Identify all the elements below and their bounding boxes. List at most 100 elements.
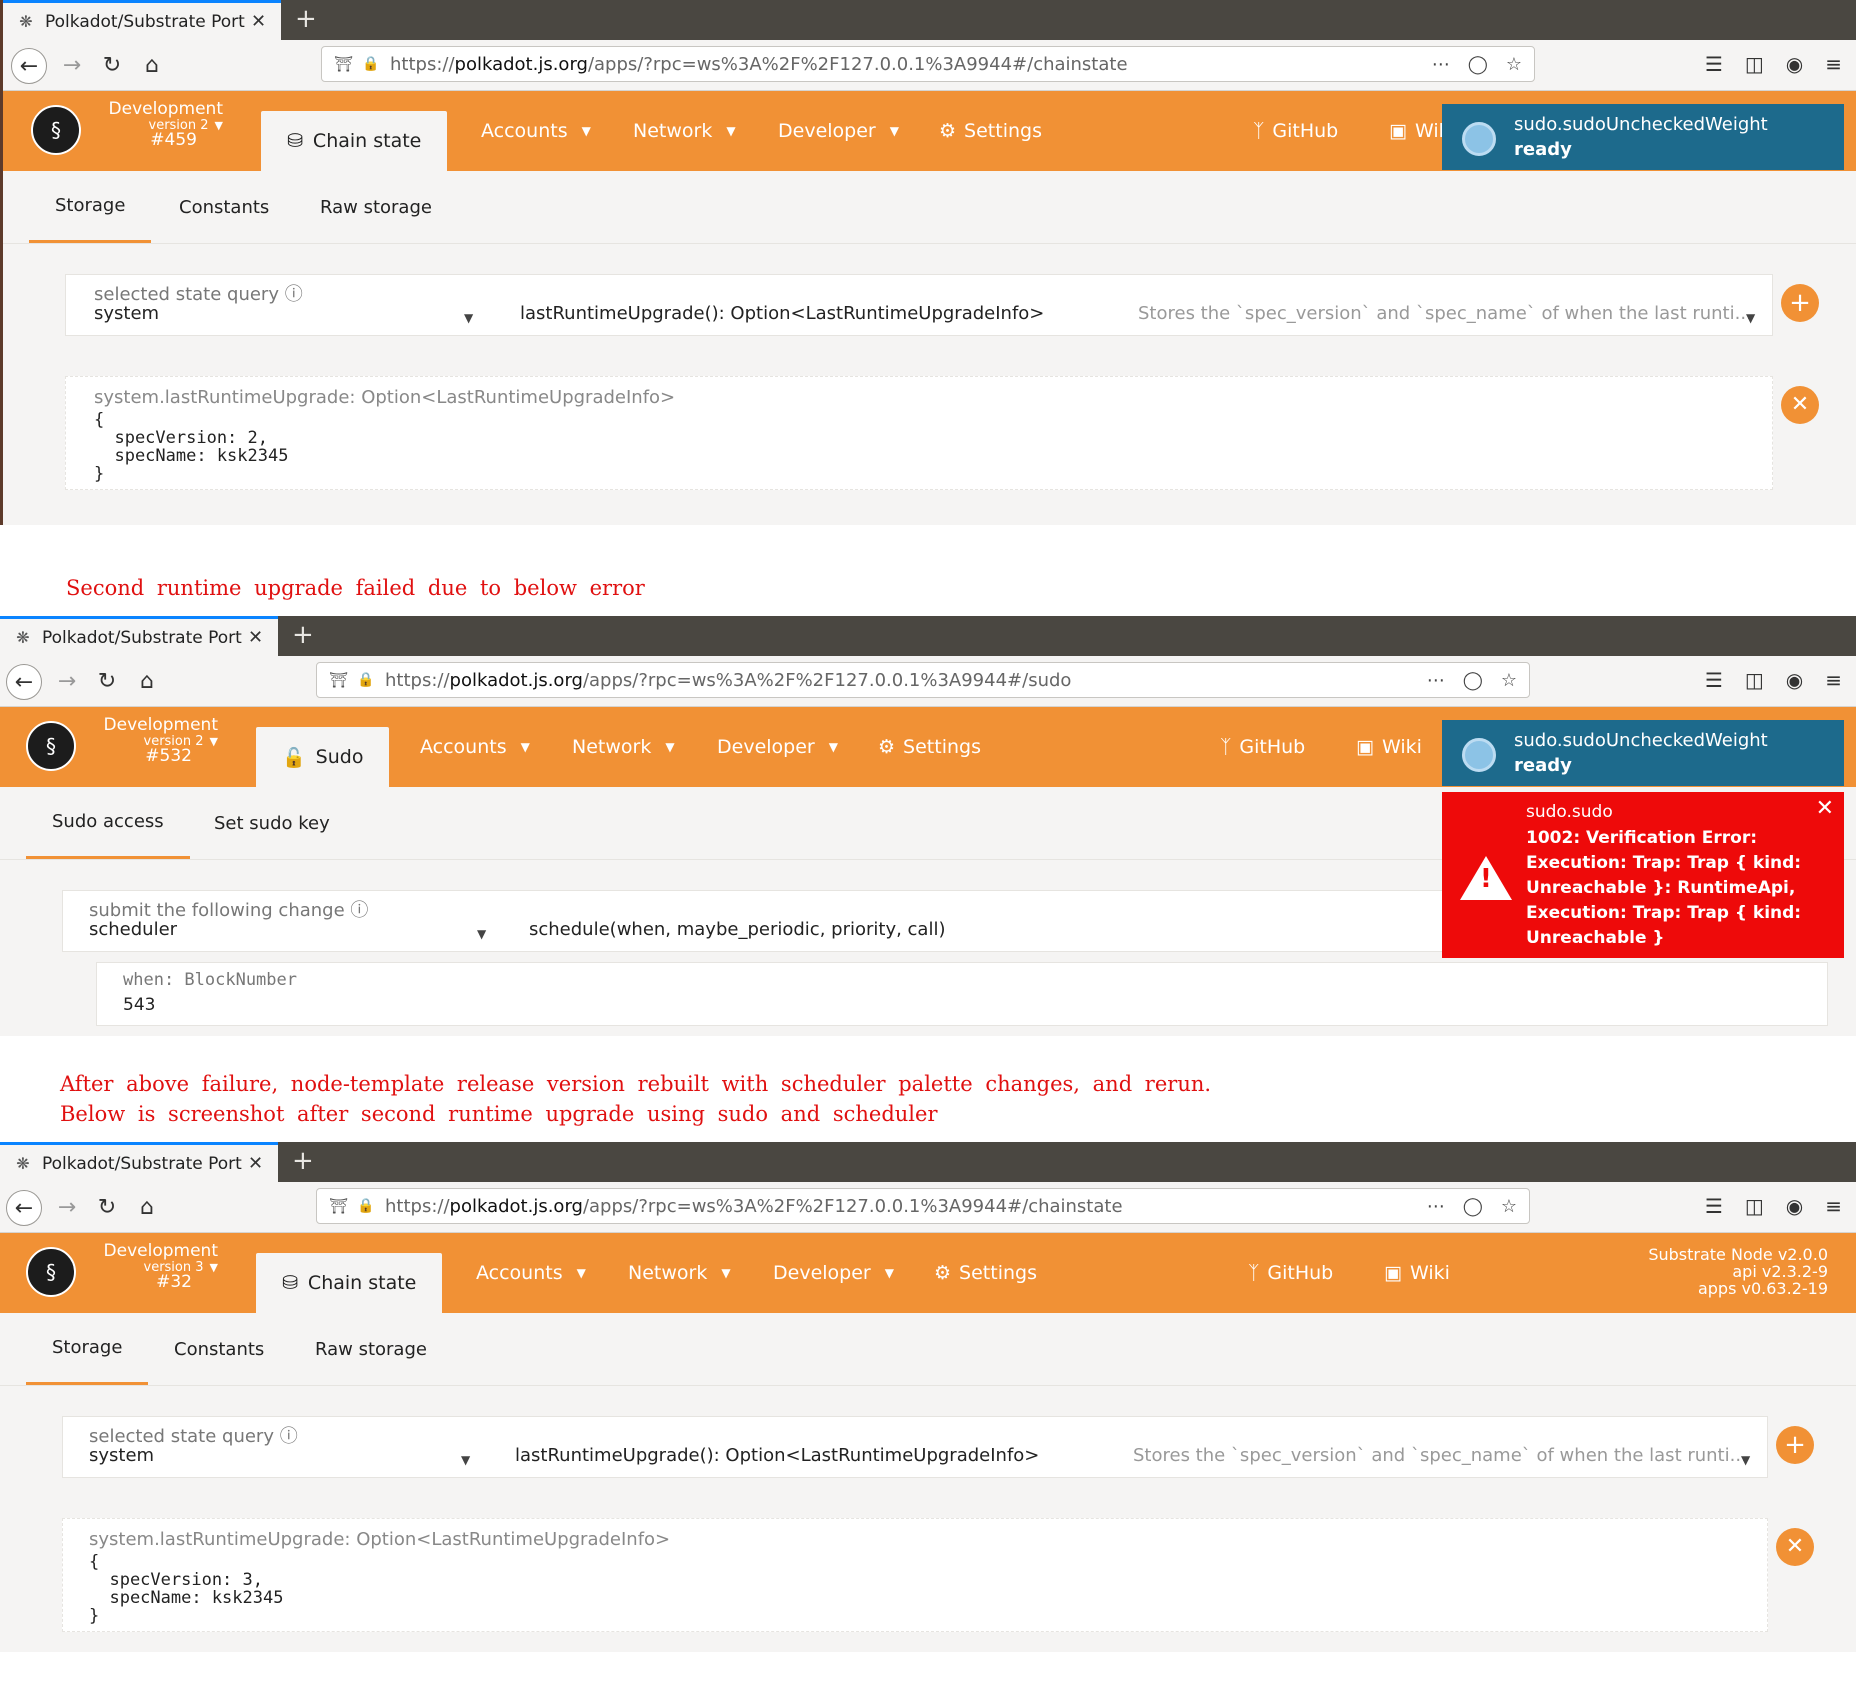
close-tab-icon[interactable]: ✕ xyxy=(248,627,263,648)
account-icon[interactable]: ◉ xyxy=(1786,1194,1803,1218)
subtab-constants[interactable]: Constants xyxy=(174,1313,264,1385)
bookmark-star-icon[interactable]: ☆ xyxy=(1501,670,1517,691)
address-bar[interactable]: ⛩ 🔒 https://polkadot.js.org/apps/?rpc=ws… xyxy=(316,1188,1530,1224)
account-icon[interactable]: ◉ xyxy=(1786,52,1803,76)
pocket-icon[interactable]: ◯ xyxy=(1463,670,1483,691)
nav-network[interactable]: Network ▼ xyxy=(572,707,675,787)
new-tab-icon[interactable]: + xyxy=(292,620,314,650)
add-query-button[interactable]: + xyxy=(1776,1426,1814,1464)
substrate-logo-icon[interactable]: § xyxy=(31,105,81,155)
caret-down-icon[interactable]: ▼ xyxy=(1746,311,1755,325)
nav-wiki[interactable]: ▣ Wiki xyxy=(1356,707,1422,787)
bookmark-star-icon[interactable]: ☆ xyxy=(1501,1196,1517,1217)
nav-accounts[interactable]: Accounts ▼ xyxy=(481,91,591,171)
shield-icon[interactable]: ⛩ xyxy=(329,671,348,689)
caret-down-icon[interactable]: ▼ xyxy=(1741,1453,1750,1467)
pocket-icon[interactable]: ◯ xyxy=(1468,54,1488,75)
query-method[interactable]: lastRuntimeUpgrade(): Option<LastRuntime… xyxy=(515,1445,1039,1466)
nav-settings[interactable]: ⚙ Settings xyxy=(934,1233,1037,1313)
shield-icon[interactable]: ⛩ xyxy=(334,55,353,73)
remove-query-button[interactable]: ✕ xyxy=(1776,1528,1814,1566)
chain-selector[interactable]: Development version 2 ▼ #532 xyxy=(88,716,218,766)
hamburger-menu-icon[interactable]: ≡ xyxy=(1825,52,1842,76)
help-icon[interactable]: ⓘ xyxy=(280,1426,298,1447)
lock-icon[interactable]: 🔒 xyxy=(357,672,375,688)
sidebar-icon[interactable]: ◫ xyxy=(1745,668,1764,692)
forward-icon[interactable]: → xyxy=(55,48,89,82)
new-tab-icon[interactable]: + xyxy=(295,4,317,34)
nav-settings[interactable]: ⚙ Settings xyxy=(939,91,1042,171)
nav-accounts[interactable]: Accounts ▼ xyxy=(420,707,530,787)
more-icon[interactable]: ⋯ xyxy=(1427,670,1445,691)
lock-icon[interactable]: 🔒 xyxy=(357,1198,375,1214)
add-query-button[interactable]: + xyxy=(1781,284,1819,322)
nav-wiki[interactable]: ▣ Wik xyxy=(1389,91,1450,171)
close-tab-icon[interactable]: ✕ xyxy=(248,1153,263,1174)
home-icon[interactable]: ⌂ xyxy=(130,664,164,698)
more-icon[interactable]: ⋯ xyxy=(1427,1196,1445,1217)
hamburger-menu-icon[interactable]: ≡ xyxy=(1825,668,1842,692)
sidebar-icon[interactable]: ◫ xyxy=(1745,1194,1764,1218)
subtab-raw-storage[interactable]: Raw storage xyxy=(315,1313,427,1385)
subtab-constants[interactable]: Constants xyxy=(179,171,269,243)
home-icon[interactable]: ⌂ xyxy=(130,1190,164,1224)
browser-tab[interactable]: ❋ Polkadot/Substrate Port ✕ xyxy=(0,616,278,656)
library-icon[interactable]: ☰ xyxy=(1705,1194,1723,1218)
nav-developer[interactable]: Developer ▼ xyxy=(773,1233,894,1313)
nav-chain-state[interactable]: ⛁ Chain state xyxy=(261,111,448,171)
new-tab-icon[interactable]: + xyxy=(292,1146,314,1176)
library-icon[interactable]: ☰ xyxy=(1705,52,1723,76)
change-method[interactable]: schedule(when, maybe_periodic, priority,… xyxy=(529,919,946,940)
hamburger-menu-icon[interactable]: ≡ xyxy=(1825,1194,1842,1218)
caret-down-icon[interactable]: ▼ xyxy=(464,311,473,325)
nav-network[interactable]: Network ▼ xyxy=(633,91,736,171)
help-icon[interactable]: ⓘ xyxy=(285,284,303,305)
subtab-set-sudo-key[interactable]: Set sudo key xyxy=(214,787,330,859)
query-method[interactable]: lastRuntimeUpgrade(): Option<LastRuntime… xyxy=(520,303,1044,324)
back-icon[interactable]: ← xyxy=(6,664,42,700)
pocket-icon[interactable]: ◯ xyxy=(1463,1196,1483,1217)
reload-icon[interactable]: ↻ xyxy=(95,48,129,82)
account-icon[interactable]: ◉ xyxy=(1786,668,1803,692)
nav-accounts[interactable]: Accounts ▼ xyxy=(476,1233,586,1313)
nav-developer[interactable]: Developer ▼ xyxy=(717,707,838,787)
back-icon[interactable]: ← xyxy=(11,48,47,84)
query-selector[interactable]: selected state query ⓘ system ▼ lastRunt… xyxy=(62,1416,1768,1478)
help-icon[interactable]: ⓘ xyxy=(350,900,368,921)
chain-selector[interactable]: Development version 2 ▼ #459 xyxy=(93,100,223,150)
reload-icon[interactable]: ↻ xyxy=(90,1190,124,1224)
close-tab-icon[interactable]: ✕ xyxy=(251,11,266,32)
nav-settings[interactable]: ⚙ Settings xyxy=(878,707,981,787)
chain-selector[interactable]: Development version 3 ▼ #32 xyxy=(88,1242,218,1292)
browser-tab[interactable]: ❋ Polkadot/Substrate Port ✕ xyxy=(3,0,281,40)
nav-sudo[interactable]: 🔓 Sudo xyxy=(256,727,390,787)
query-module[interactable]: system xyxy=(94,303,159,324)
nav-developer[interactable]: Developer ▼ xyxy=(778,91,899,171)
nav-github[interactable]: ᛉ GitHub xyxy=(1220,707,1305,787)
browser-tab[interactable]: ❋ Polkadot/Substrate Port ✕ xyxy=(0,1142,278,1182)
substrate-logo-icon[interactable]: § xyxy=(26,721,76,771)
subtab-storage[interactable]: Storage xyxy=(26,1313,149,1385)
sidebar-icon[interactable]: ◫ xyxy=(1745,52,1764,76)
query-module[interactable]: system xyxy=(89,1445,154,1466)
query-selector[interactable]: selected state query ⓘ system ▼ lastRunt… xyxy=(65,274,1773,336)
forward-icon[interactable]: → xyxy=(50,1190,84,1224)
nav-chain-state[interactable]: ⛁ Chain state xyxy=(256,1253,443,1313)
param-when[interactable]: when: BlockNumber 543 xyxy=(96,962,1828,1026)
forward-icon[interactable]: → xyxy=(50,664,84,698)
nav-network[interactable]: Network ▼ xyxy=(628,1233,731,1313)
bookmark-star-icon[interactable]: ☆ xyxy=(1506,54,1522,75)
more-icon[interactable]: ⋯ xyxy=(1432,54,1450,75)
subtab-storage[interactable]: Storage xyxy=(29,171,152,243)
subtab-raw-storage[interactable]: Raw storage xyxy=(320,171,432,243)
shield-icon[interactable]: ⛩ xyxy=(329,1197,348,1215)
caret-down-icon[interactable]: ▼ xyxy=(477,927,486,941)
library-icon[interactable]: ☰ xyxy=(1705,668,1723,692)
back-icon[interactable]: ← xyxy=(6,1190,42,1226)
substrate-logo-icon[interactable]: § xyxy=(26,1247,76,1297)
subtab-sudo-access[interactable]: Sudo access xyxy=(26,787,190,859)
address-bar[interactable]: ⛩ 🔒 https://polkadot.js.org/apps/?rpc=ws… xyxy=(321,46,1535,82)
remove-query-button[interactable]: ✕ xyxy=(1781,386,1819,424)
nav-github[interactable]: ᛉ GitHub xyxy=(1253,91,1338,171)
close-icon[interactable]: ✕ xyxy=(1816,796,1834,821)
